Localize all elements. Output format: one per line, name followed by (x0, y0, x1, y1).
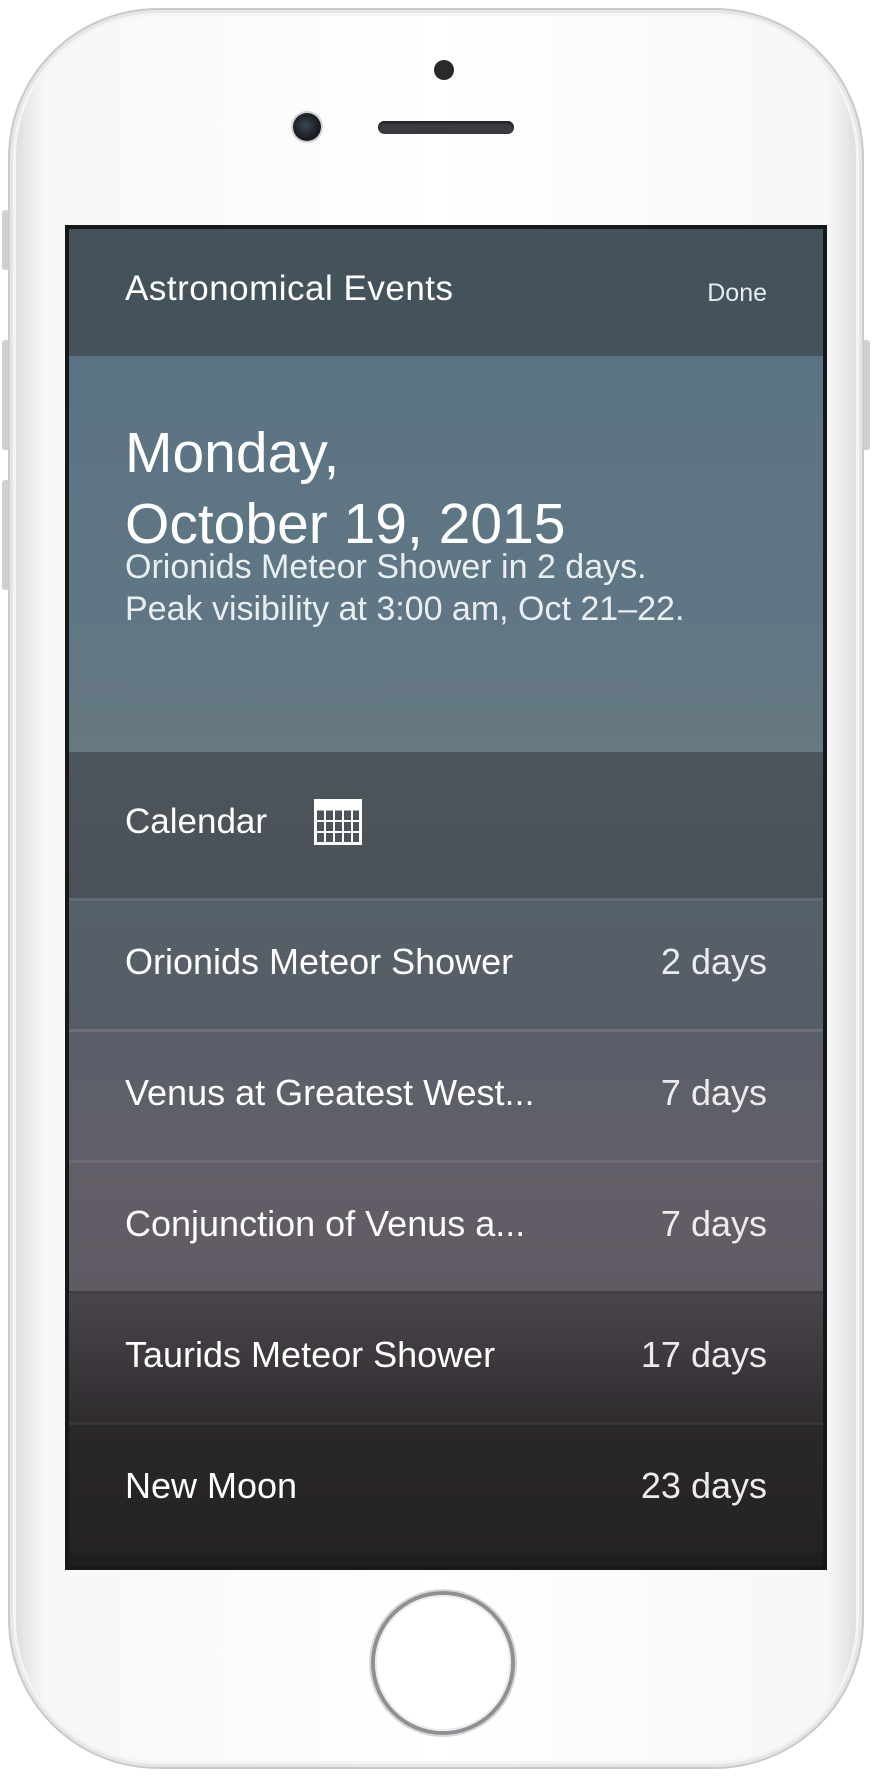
phone-frame: Astronomical Events Done Monday, October… (2, 8, 870, 1769)
nav-bar: Astronomical Events Done (69, 229, 823, 356)
current-date-full: October 19, 2015 (125, 492, 566, 556)
event-countdown: 17 days (640, 1334, 767, 1375)
page-title: Astronomical Events (125, 269, 454, 308)
event-row[interactable]: Orionids Meteor Shower 2 days (69, 898, 823, 1029)
volume-up-button (2, 340, 10, 450)
event-name: Venus at Greatest West... (125, 1072, 535, 1113)
next-event-peak: Peak visibility at 3:00 am, Oct 21–22. (125, 590, 685, 628)
today-panel: Monday, October 19, 2015 Orionids Meteor… (69, 356, 823, 752)
power-button (862, 340, 870, 450)
earpiece-speaker (378, 121, 514, 134)
screen: Astronomical Events Done Monday, October… (65, 225, 827, 1570)
event-row[interactable]: Taurids Meteor Shower 17 days (69, 1291, 823, 1422)
event-countdown: 7 days (660, 1072, 767, 1113)
current-date-weekday: Monday, (125, 421, 340, 485)
front-camera (293, 113, 321, 141)
mute-switch (2, 210, 10, 270)
proximity-sensor (434, 60, 454, 80)
done-button[interactable]: Done (707, 279, 767, 308)
event-countdown: 23 days (640, 1465, 767, 1506)
event-row[interactable]: New Moon 23 days (69, 1422, 823, 1553)
home-button[interactable] (375, 1595, 511, 1731)
calendar-row[interactable]: Calendar (69, 752, 823, 898)
event-countdown: 7 days (660, 1203, 767, 1244)
volume-down-button (2, 480, 10, 590)
event-row[interactable]: Venus at Greatest West... 7 days (69, 1029, 823, 1160)
calendar-icon[interactable] (314, 799, 362, 845)
next-event-summary: Orionids Meteor Shower in 2 days. (125, 548, 647, 586)
event-name: Conjunction of Venus a... (125, 1203, 526, 1244)
event-name: Orionids Meteor Shower (125, 941, 514, 982)
calendar-label: Calendar (125, 802, 268, 841)
event-row[interactable]: Conjunction of Venus a... 7 days (69, 1160, 823, 1291)
event-name: New Moon (125, 1465, 298, 1506)
event-countdown: 2 days (660, 941, 767, 982)
current-date: Monday, October 19, 2015 (125, 418, 565, 560)
event-name: Taurids Meteor Shower (125, 1334, 496, 1375)
